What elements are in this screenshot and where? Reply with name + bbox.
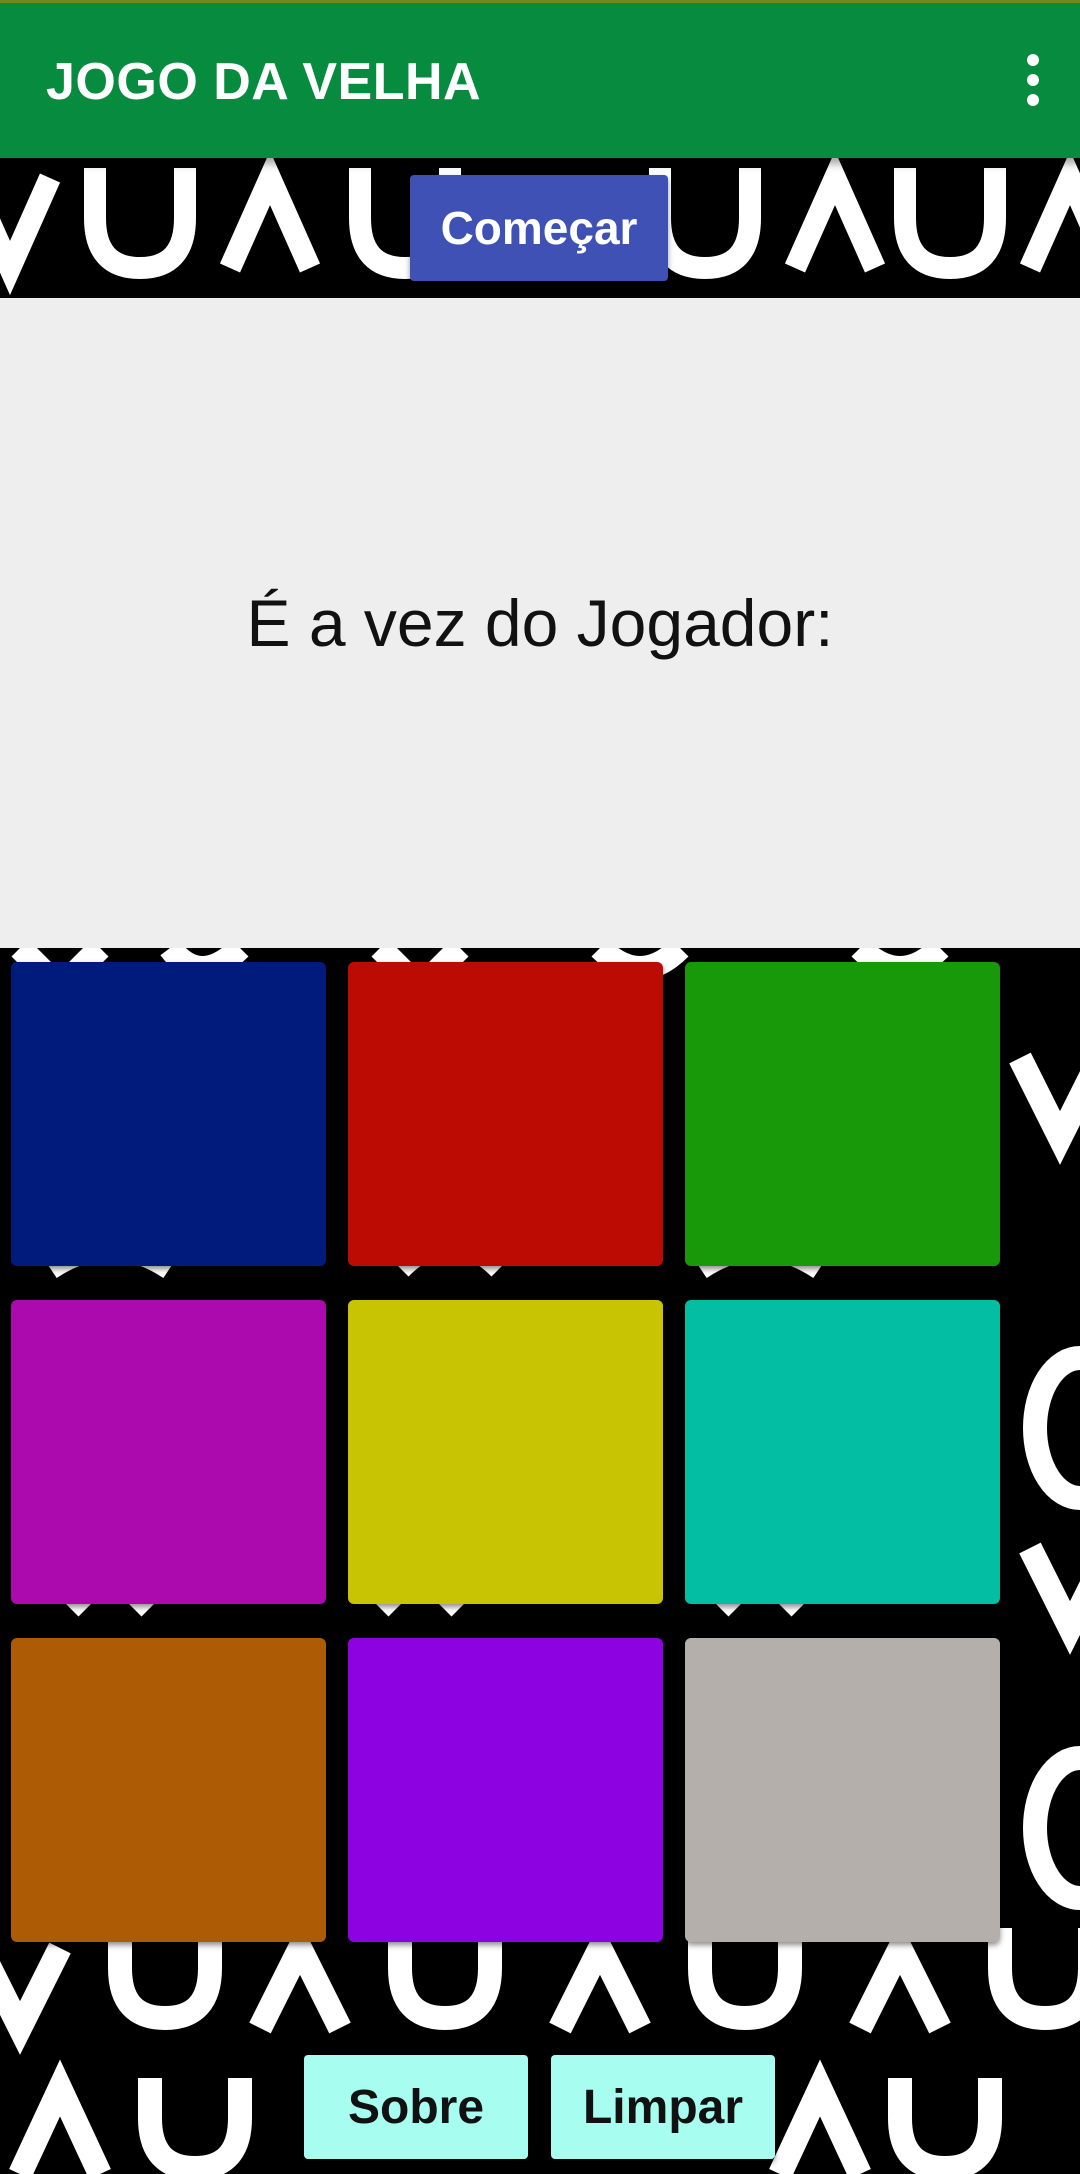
status-panel: É a vez do Jogador: — [0, 298, 1080, 948]
board-cell-5[interactable] — [348, 1300, 663, 1604]
board-cell-6[interactable] — [685, 1300, 1000, 1604]
clear-button[interactable]: Limpar — [551, 2055, 775, 2159]
more-options-button[interactable] — [1008, 42, 1058, 118]
board-cell-9[interactable] — [685, 1638, 1000, 1942]
app-title: JOGO DA VELHA — [46, 53, 482, 111]
turn-status-text: É a vez do Jogador: — [246, 586, 834, 660]
board-cell-1[interactable] — [11, 962, 326, 1266]
board-cell-3[interactable] — [685, 962, 1000, 1266]
more-vertical-icon-dot — [1027, 94, 1039, 106]
board-cell-4[interactable] — [11, 1300, 326, 1604]
board-cell-2[interactable] — [348, 962, 663, 1266]
more-vertical-icon — [1027, 54, 1039, 66]
more-vertical-icon-dot — [1027, 74, 1039, 86]
app-bar: JOGO DA VELHA — [0, 0, 1080, 158]
game-board — [11, 962, 1001, 1942]
board-cell-8[interactable] — [348, 1638, 663, 1942]
start-button[interactable]: Começar — [410, 175, 668, 281]
board-cell-7[interactable] — [11, 1638, 326, 1942]
status-line — [0, 0, 1080, 3]
about-button[interactable]: Sobre — [304, 2055, 528, 2159]
